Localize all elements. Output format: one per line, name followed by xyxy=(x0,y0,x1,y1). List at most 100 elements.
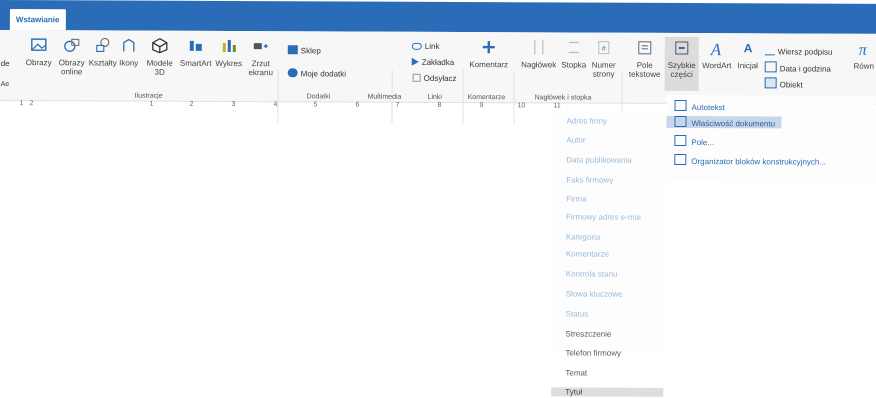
link-button[interactable]: Link xyxy=(411,41,440,51)
pictures-button[interactable]: Obrazy xyxy=(21,36,57,67)
page-number-label-2: strony xyxy=(592,69,615,79)
ruler-mark: 8 xyxy=(437,101,442,109)
property-list-item[interactable]: Firma xyxy=(566,194,586,203)
ruler-mark: 2 xyxy=(29,100,34,108)
quick-parts-menu-label: Właściwość dokumentu xyxy=(691,119,776,129)
ruler-mark: 1 xyxy=(19,100,24,108)
addins-icon xyxy=(287,68,298,78)
quick-parts-menu-item[interactable]: Autotekst xyxy=(674,99,725,113)
group-addins: Dodatki xyxy=(306,93,331,101)
shapes-button[interactable]: Kształty xyxy=(88,36,118,68)
drop-cap-icon: A xyxy=(744,41,753,55)
equation-button[interactable]: π Równ xyxy=(852,40,876,71)
quick-parts-menu-label: Autotekst xyxy=(691,103,725,113)
ruler-mark: 7 xyxy=(395,101,400,109)
cross-reference-label: Odsyłacz xyxy=(423,73,457,83)
property-list-item[interactable]: Kategoria xyxy=(566,232,600,241)
page-number-icon: # xyxy=(598,41,610,55)
quick-parts-menu-label: Pole... xyxy=(691,138,715,148)
object-icon xyxy=(764,77,777,89)
my-addins-button[interactable]: Moje dodatki xyxy=(287,68,347,79)
property-list-item[interactable]: Autor xyxy=(566,135,585,144)
quick-parts-button[interactable]: Szybkie części xyxy=(664,36,699,92)
cross-reference-button[interactable]: Odsyłacz xyxy=(412,73,457,83)
3d-models-label-1: Modele xyxy=(146,58,173,68)
footer-button[interactable]: Stopka xyxy=(560,38,588,70)
property-list-item[interactable]: Kontrola stanu xyxy=(566,269,618,278)
store-button[interactable]: Sklep xyxy=(287,45,321,56)
icons-label: Ikony xyxy=(119,58,139,68)
quick-parts-menu-item[interactable]: Pole... xyxy=(674,134,715,148)
page-number-label-1: Numer xyxy=(591,60,616,70)
pictures-icon xyxy=(31,38,47,51)
property-list-item[interactable]: Firmowy adres e-mai xyxy=(566,212,641,221)
header-icon xyxy=(534,40,544,55)
smartart-button[interactable]: SmartArt xyxy=(178,37,214,68)
smartart-icon xyxy=(189,40,202,51)
ruler: 1 2 1 2 3 4 5 6 7 8 9 10 11 xyxy=(0,100,561,112)
text-box-icon xyxy=(638,41,652,55)
ruler-mark: 3 xyxy=(231,101,236,109)
bookmark-button[interactable]: Zakładka xyxy=(411,57,454,67)
comment-icon xyxy=(482,41,495,54)
property-list-item[interactable]: Adres firmy xyxy=(566,116,606,125)
text-box-label-2: tekstowe xyxy=(628,69,661,79)
group-comments: Komentarze xyxy=(467,94,506,102)
ribbon-separator xyxy=(513,70,515,125)
online-pictures-button[interactable]: Obrazy online xyxy=(56,36,88,76)
text-box-button[interactable]: Pole tekstowe xyxy=(626,39,664,79)
icons-button[interactable]: Ikony xyxy=(116,37,142,68)
wordart-button[interactable]: A WordArt xyxy=(701,39,733,70)
quick-parts-menu: Autotekst Właściwość dokumentu Pole... Orga… xyxy=(666,94,876,182)
property-list-item[interactable]: Status xyxy=(566,309,589,318)
svg-text:A: A xyxy=(710,40,722,57)
online-pictures-label-2: online xyxy=(60,67,83,77)
object-button[interactable]: Obiekt xyxy=(764,77,803,90)
shapes-icon xyxy=(96,37,110,53)
chart-button[interactable]: Wykres xyxy=(213,37,245,68)
my-addins-label: Moje dodatki xyxy=(300,69,347,79)
ruler-mark: 1 xyxy=(149,100,154,108)
quick-parts-menu-label: Organizator bloków konstrukcyjnych... xyxy=(691,157,827,167)
screenshot-label-1: Zrzut xyxy=(251,59,270,69)
property-list-item[interactable]: Tytuł xyxy=(551,387,664,397)
screenshot-button[interactable]: Zrzut ekranu xyxy=(246,37,276,77)
date-time-label: Data i godzina xyxy=(779,64,831,74)
ribbon-separator xyxy=(277,69,279,124)
icons-icon xyxy=(123,38,135,52)
property-list-item[interactable]: Słowa kluczowe xyxy=(566,289,623,298)
page-number-button[interactable]: # Numer strony xyxy=(588,39,620,79)
link-label: Link xyxy=(424,41,440,51)
property-list-item[interactable]: Komentarze xyxy=(566,249,609,258)
quick-parts-menu-item[interactable]: Właściwość dokumentu xyxy=(666,115,782,129)
chart-label: Wykres xyxy=(215,58,243,69)
property-list-item[interactable]: Data publikowania xyxy=(566,155,631,164)
ruler-mark: 10 xyxy=(517,102,526,110)
tab-insert[interactable]: Wstawianie xyxy=(9,9,66,31)
quick-parts-menu-item[interactable]: Organizator bloków konstrukcyjnych... xyxy=(674,153,827,167)
property-list-item[interactable]: Streszczenie xyxy=(566,329,612,338)
date-time-icon xyxy=(764,61,777,73)
document-property-list: Adres firmy Autor Data publikowania Faks fi… xyxy=(551,111,665,397)
pi-icon: π xyxy=(859,42,868,58)
signature-line-button[interactable]: Wiersz podpisu xyxy=(764,45,833,57)
svg-text:π: π xyxy=(859,42,868,58)
drop-cap-label: Inicjał xyxy=(737,61,758,71)
group-media: Multimedia xyxy=(367,93,402,101)
3d-models-button[interactable]: Modele 3D xyxy=(143,37,177,77)
ruler-mark: 4 xyxy=(273,101,278,109)
group-header-footer: Nagłówek i stopka xyxy=(534,94,592,102)
header-button[interactable]: Nagłówek xyxy=(518,38,560,69)
date-time-button[interactable]: Data i godzina xyxy=(764,61,831,74)
ruler-mark: 6 xyxy=(355,101,360,109)
drop-cap-button[interactable]: A Inicjał xyxy=(734,39,762,70)
ribbon-separator xyxy=(462,70,464,125)
store-label: Sklep xyxy=(300,46,321,56)
smartart-label: SmartArt xyxy=(179,58,212,68)
3d-models-label-2: 3D xyxy=(154,67,165,77)
comment-button[interactable]: Komentarz xyxy=(466,38,512,69)
property-list-item[interactable]: Temat xyxy=(565,368,587,377)
ruler-mark: 5 xyxy=(313,101,318,109)
property-list-item[interactable]: Faks firmowy xyxy=(566,175,613,184)
ruler-mark: 2 xyxy=(189,100,194,108)
